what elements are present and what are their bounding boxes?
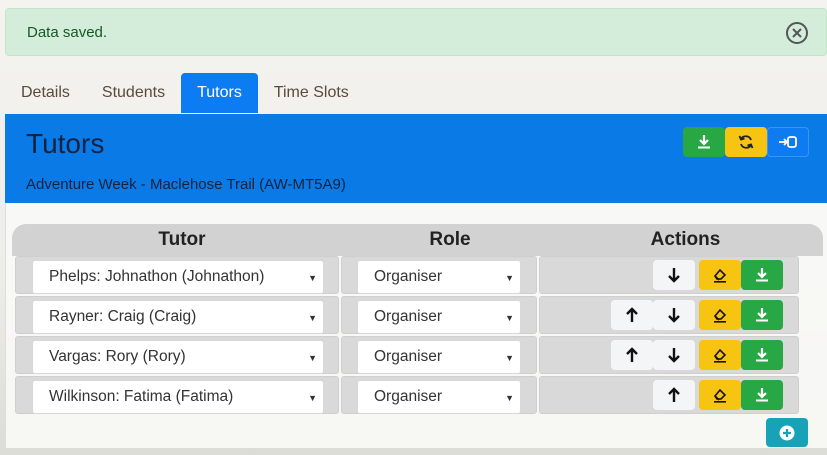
- panel-header: Tutors Adventure Week - Maclehose Trail …: [5, 114, 827, 203]
- refresh-button[interactable]: [725, 127, 767, 157]
- tab-time-slots[interactable]: Time Slots: [258, 73, 365, 113]
- tutors-table: Tutor Role Actions: [12, 224, 823, 256]
- page-subtitle: Adventure Week - Maclehose Trail (AW-MT5…: [26, 176, 346, 193]
- arrow-up-icon: [626, 347, 638, 362]
- column-header-tutor: Tutor: [158, 229, 206, 250]
- move-up-button[interactable]: [653, 380, 695, 410]
- role-select[interactable]: Organiser ▼: [357, 340, 521, 374]
- chevron-down-icon: ▼: [308, 313, 317, 323]
- role-select-value: Organiser: [374, 268, 443, 285]
- close-alert-icon[interactable]: [786, 22, 808, 44]
- table-row: Wilkinson: Fatima (Fatima) ▼ Organiser ▼: [15, 376, 808, 414]
- arrow-down-icon: [668, 308, 680, 323]
- refresh-icon: [738, 135, 754, 149]
- clear-button[interactable]: [699, 340, 741, 370]
- role-select[interactable]: Organiser ▼: [357, 300, 521, 334]
- arrow-up-icon: [668, 387, 680, 402]
- tutor-select-value: Phelps: Johnathon (Johnathon): [49, 268, 265, 285]
- tutor-select[interactable]: Wilkinson: Fatima (Fatima) ▼: [32, 380, 324, 414]
- chevron-down-icon: ▼: [308, 353, 317, 363]
- move-up-button[interactable]: [611, 340, 653, 370]
- tutor-select-value: Rayner: Craig (Craig): [49, 308, 197, 325]
- arrow-down-icon: [668, 268, 680, 283]
- move-down-button[interactable]: [653, 260, 695, 290]
- chevron-down-icon: ▼: [308, 273, 317, 283]
- chevron-down-icon: ▼: [505, 393, 514, 403]
- table-row: Rayner: Craig (Craig) ▼ Organiser ▼: [15, 296, 808, 334]
- download-icon: [698, 135, 710, 149]
- role-select-value: Organiser: [374, 348, 443, 365]
- role-select-value: Organiser: [374, 308, 443, 325]
- column-header-role: Role: [429, 229, 471, 250]
- success-alert: Data saved.: [5, 8, 827, 56]
- chevron-down-icon: ▼: [505, 313, 514, 323]
- table-header: Tutor Role Actions: [12, 224, 823, 256]
- download-icon: [756, 268, 768, 282]
- arrow-down-icon: [668, 348, 680, 363]
- tutor-select-value: Vargas: Rory (Rory): [49, 348, 186, 365]
- eraser-icon: [714, 308, 727, 323]
- column-header-actions: Actions: [650, 229, 721, 250]
- download-icon: [756, 308, 768, 322]
- clear-button[interactable]: [699, 380, 741, 410]
- chevron-down-icon: ▼: [505, 273, 514, 283]
- tab-bar: Details Students Tutors Time Slots: [5, 73, 365, 114]
- chevron-down-icon: ▼: [505, 353, 514, 363]
- tutor-select[interactable]: Phelps: Johnathon (Johnathon) ▼: [32, 260, 324, 294]
- eraser-icon: [714, 388, 727, 403]
- download-icon: [756, 388, 768, 402]
- table-row: Phelps: Johnathon (Johnathon) ▼ Organise…: [15, 256, 808, 294]
- eraser-icon: [714, 348, 727, 363]
- role-select[interactable]: Organiser ▼: [357, 260, 521, 294]
- tutor-select[interactable]: Rayner: Craig (Craig) ▼: [32, 300, 324, 334]
- clear-button[interactable]: [699, 300, 741, 330]
- save-row-button[interactable]: [741, 340, 783, 370]
- move-up-button[interactable]: [611, 300, 653, 330]
- chevron-down-icon: ▼: [308, 393, 317, 403]
- role-select[interactable]: Organiser ▼: [357, 380, 521, 414]
- move-down-button[interactable]: [653, 300, 695, 330]
- eraser-icon: [714, 268, 727, 283]
- arrow-up-icon: [626, 307, 638, 322]
- tutor-select[interactable]: Vargas: Rory (Rory) ▼: [32, 340, 324, 374]
- tab-students[interactable]: Students: [86, 73, 181, 113]
- download-icon: [756, 348, 768, 362]
- save-row-button[interactable]: [741, 300, 783, 330]
- tab-details[interactable]: Details: [5, 73, 86, 113]
- tab-tutors[interactable]: Tutors: [181, 73, 258, 113]
- exit-button[interactable]: [767, 127, 809, 157]
- tutor-select-value: Wilkinson: Fatima (Fatima): [49, 388, 234, 405]
- alert-message: Data saved.: [27, 23, 108, 41]
- page-title: Tutors: [26, 128, 105, 159]
- save-row-button[interactable]: [741, 260, 783, 290]
- exit-icon: [779, 136, 797, 148]
- save-all-button[interactable]: [683, 127, 725, 157]
- move-down-button[interactable]: [653, 340, 695, 370]
- add-tutor-button[interactable]: [766, 418, 808, 447]
- role-select-value: Organiser: [374, 388, 443, 405]
- plus-circle-icon: [779, 425, 795, 440]
- save-row-button[interactable]: [741, 380, 783, 410]
- clear-button[interactable]: [699, 260, 741, 290]
- table-row: Vargas: Rory (Rory) ▼ Organiser ▼: [15, 336, 808, 374]
